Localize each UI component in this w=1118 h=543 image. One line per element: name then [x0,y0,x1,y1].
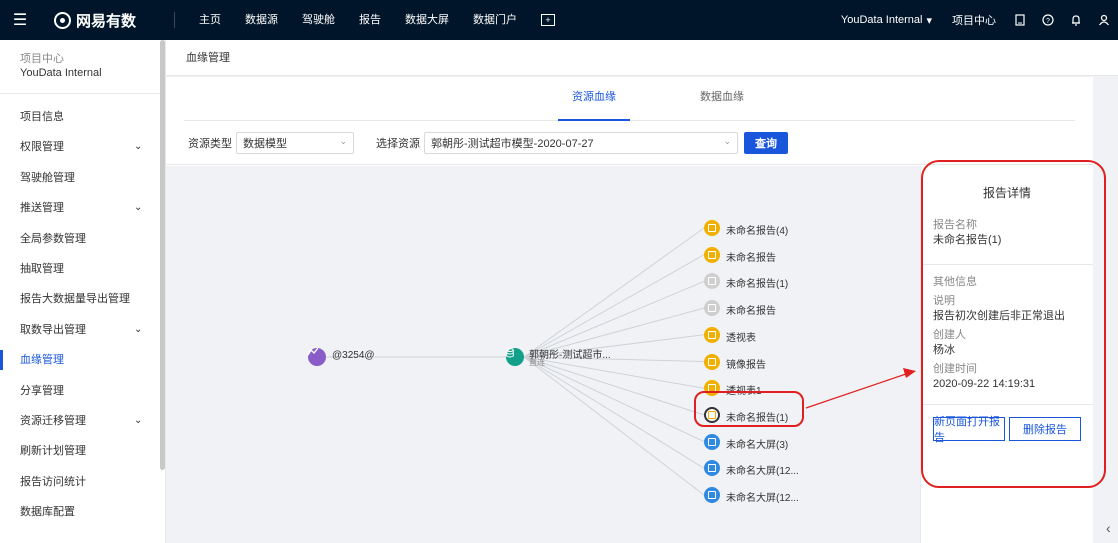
collapse-arrow-icon[interactable]: ‹ [1106,520,1111,536]
annotation-arrow [805,368,916,409]
